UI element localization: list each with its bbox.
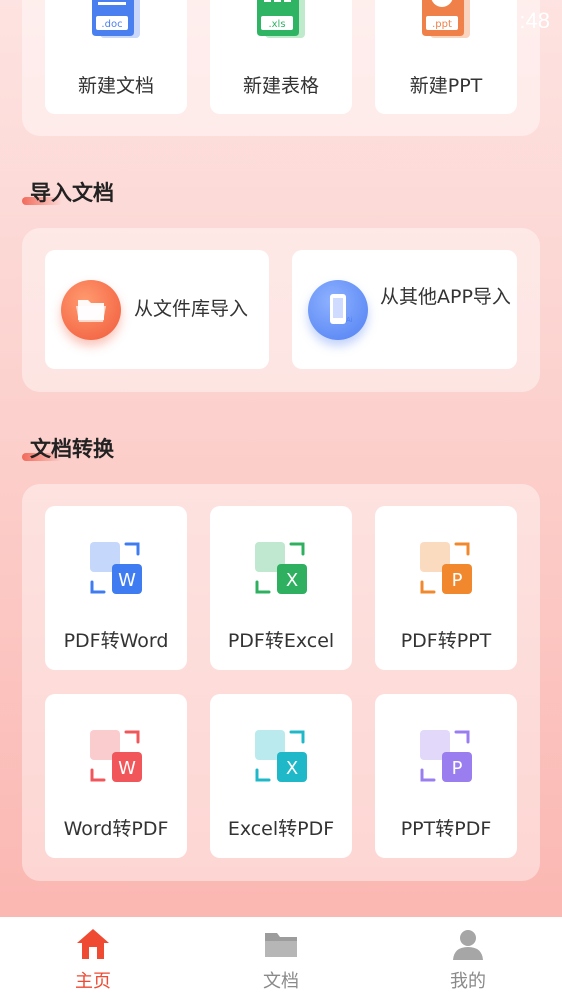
convert-card-label: PDF转PPT: [400, 630, 492, 652]
convert-card[interactable]: P PPT转PDF: [375, 694, 517, 858]
svg-text:W: W: [118, 758, 136, 779]
import-section-title-text: 导入文档: [30, 181, 114, 205]
convert-card[interactable]: X PDF转Excel: [210, 506, 352, 670]
convert-section-title: 文档转换: [22, 433, 114, 463]
import-from-other-app-label: 从其他APP导入: [380, 286, 511, 308]
folder-tab-icon: [265, 933, 297, 957]
new-spreadsheet-label: 新建表格: [242, 75, 319, 97]
convert-icon: P: [420, 730, 472, 782]
new-document-label: 新建文档: [77, 75, 154, 97]
import-from-other-app-button[interactable]: Ai 从其他APP导入: [292, 250, 517, 369]
user-icon: [453, 930, 483, 960]
new-ppt-button[interactable]: .ppt 新建PPT: [375, 0, 517, 114]
convert-card-label: PDF转Excel: [227, 630, 335, 652]
new-spreadsheet-button[interactable]: .xls 新建表格: [210, 0, 352, 114]
convert-icon: W: [90, 730, 142, 782]
tab-profile-label: 我的: [450, 971, 486, 992]
folder-icon: [61, 280, 121, 340]
convert-card[interactable]: X Excel转PDF: [210, 694, 352, 858]
create-panel: .doc 新建文档 .xls 新建表格 .ppt 新建PPT: [22, 0, 540, 136]
convert-card-label: PPT转PDF: [400, 818, 492, 840]
ppt-file-icon: .ppt: [422, 0, 470, 38]
import-from-library-button[interactable]: 从文件库导入: [45, 250, 269, 369]
convert-icon: X: [255, 730, 307, 782]
svg-text:P: P: [452, 570, 463, 591]
import-from-library-label: 从文件库导入: [134, 298, 249, 320]
doc-file-icon: .doc: [92, 0, 140, 38]
convert-panel: W PDF转Word X PDF转Excel P PDF转PPT W Word转PDF X Exc…: [22, 484, 540, 881]
svg-text:Ai: Ai: [346, 316, 353, 324]
new-document-button[interactable]: .doc 新建文档: [45, 0, 187, 114]
convert-icon: W: [90, 542, 142, 594]
convert-card-label: PDF转Word: [63, 630, 169, 652]
convert-card-label: Word转PDF: [63, 818, 169, 840]
convert-card-label: Excel转PDF: [227, 818, 335, 840]
svg-text:X: X: [286, 570, 298, 591]
home-icon: [77, 929, 109, 959]
svg-text:W: W: [118, 570, 136, 591]
phone-app-icon: Ai: [308, 280, 368, 340]
svg-text:.doc: .doc: [101, 19, 122, 30]
convert-icon: P: [420, 542, 472, 594]
svg-text:.xls: .xls: [268, 19, 285, 30]
svg-text:.ppt: .ppt: [432, 19, 452, 30]
convert-icon: X: [255, 542, 307, 594]
tab-documents[interactable]: 文档: [221, 917, 341, 999]
import-section-title: 导入文档: [22, 177, 114, 207]
import-panel: 从文件库导入 Ai 从其他APP导入: [22, 228, 540, 392]
new-ppt-label: 新建PPT: [409, 75, 483, 97]
tab-documents-label: 文档: [263, 971, 299, 992]
convert-card[interactable]: W Word转PDF: [45, 694, 187, 858]
xls-file-icon: .xls: [257, 0, 305, 38]
tab-profile[interactable]: 我的: [408, 917, 528, 999]
tab-home-label: 主页: [75, 971, 111, 992]
svg-text:P: P: [452, 758, 463, 779]
tab-home[interactable]: 主页: [33, 917, 153, 999]
svg-text:X: X: [286, 758, 298, 779]
convert-section-title-text: 文档转换: [30, 437, 114, 461]
convert-card[interactable]: P PDF转PPT: [375, 506, 517, 670]
bottom-tab-bar: 主页 文档 我的: [0, 917, 562, 999]
convert-card[interactable]: W PDF转Word: [45, 506, 187, 670]
